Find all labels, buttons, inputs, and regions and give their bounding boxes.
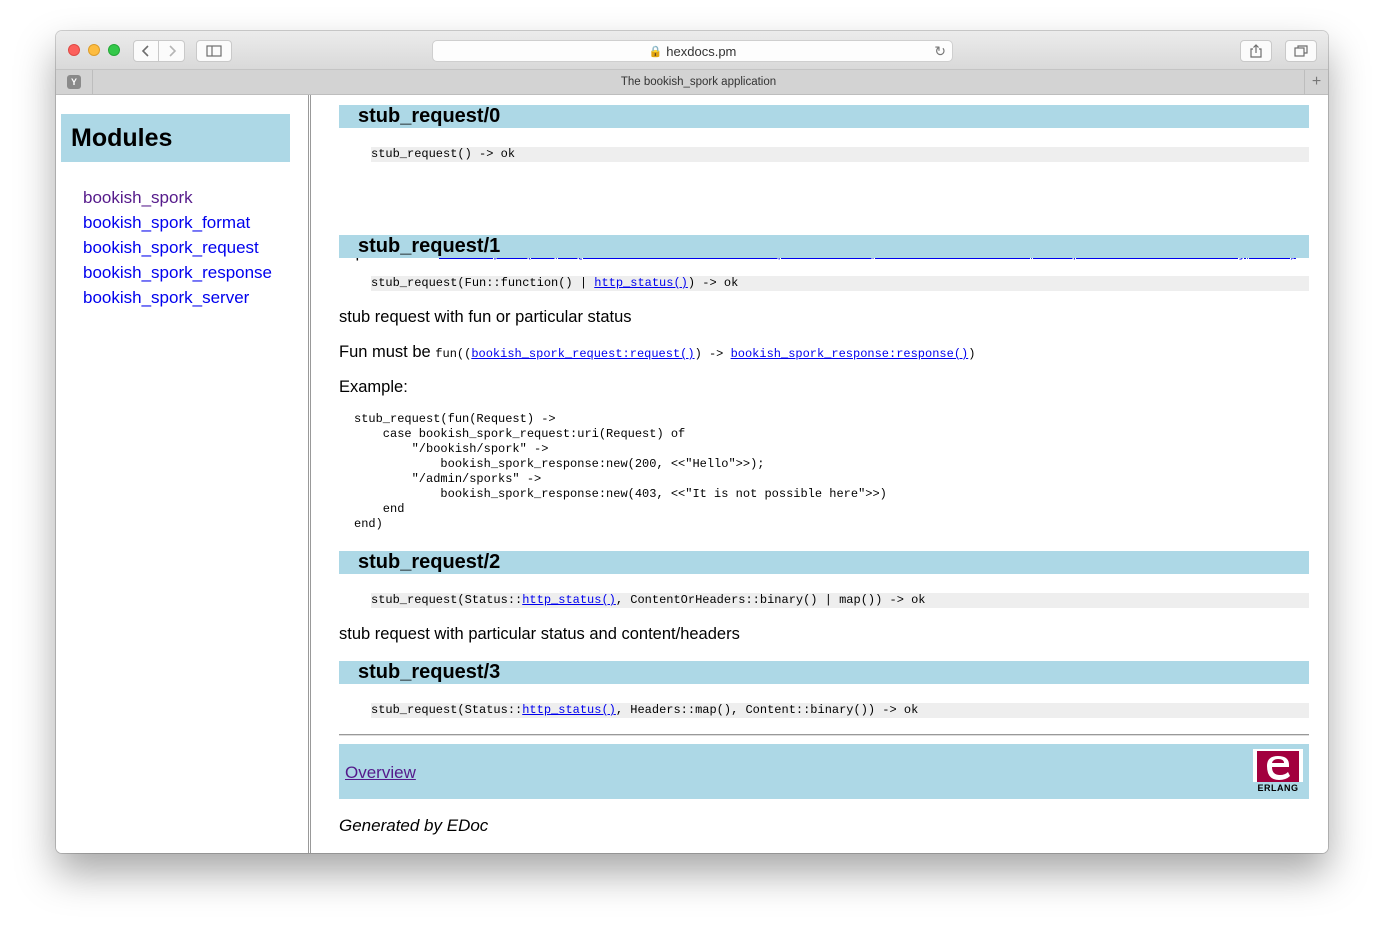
new-tab-button[interactable]: + <box>1304 70 1328 94</box>
list-item: bookish_spork <box>83 185 272 210</box>
list-item: bookish_spork_format <box>83 210 272 235</box>
plus-icon: + <box>1311 73 1322 90</box>
tab-bar: Y The bookish_spork application + <box>56 70 1328 95</box>
example-code-block: stub_request(fun(Request) -> case bookis… <box>354 412 887 531</box>
example-label: Example: <box>339 378 408 396</box>
function-heading-stub-request-3: stub_request/3 <box>339 661 1309 684</box>
list-item: bookish_spork_server <box>83 285 272 310</box>
back-button[interactable] <box>133 40 159 62</box>
function-heading-stub-request-1: stub_request/1 <box>339 235 1309 258</box>
erlang-logo-icon[interactable]: ERLANG <box>1253 749 1303 793</box>
minimize-window-button[interactable] <box>88 44 100 56</box>
navigation-footer: Overview ERLANG <box>339 744 1309 799</box>
modules-frame: Modules bookish_spork bookish_spork_form… <box>56 95 311 853</box>
fun-code: ) <box>968 347 976 361</box>
chevron-right-icon <box>168 45 176 57</box>
function-description: stub request with fun or particular stat… <box>339 308 632 326</box>
sidebar-icon <box>206 45 222 57</box>
fun-code: fun(( <box>435 347 472 361</box>
spec-prefix: stub_request(Fun::function() | <box>371 276 595 290</box>
address-bar[interactable]: 🔒 hexdocs.pm ↻ <box>432 40 953 62</box>
function-spec: stub_request(Fun::function() | http_stat… <box>371 276 1309 291</box>
chevron-left-icon <box>141 45 149 57</box>
request-type-link[interactable]: bookish_spork_request:request() <box>471 347 694 361</box>
function-heading-stub-request-0: stub_request/0 <box>339 105 1309 128</box>
http-status-type-link[interactable]: http_status() <box>522 593 616 607</box>
tab-overview-button[interactable] <box>1285 40 1317 62</box>
spec-suffix: , Headers::map(), Content::binary()) -> … <box>615 703 919 717</box>
navigation-buttons <box>133 40 185 62</box>
zoom-window-button[interactable] <box>108 44 120 56</box>
modules-list: bookish_spork bookish_spork_format booki… <box>83 185 272 310</box>
function-heading-stub-request-2: stub_request/2 <box>339 551 1309 574</box>
function-description: stub request with particular status and … <box>339 625 740 643</box>
reload-icon[interactable]: ↻ <box>934 43 946 60</box>
spec-suffix: ) -> ok <box>687 276 739 290</box>
module-link-bookish-spork[interactable]: bookish_spork <box>83 188 193 207</box>
page-content: Modules bookish_spork bookish_spork_form… <box>56 95 1328 853</box>
spec-prefix: stub_request(Status:: <box>371 703 523 717</box>
forward-button[interactable] <box>159 40 185 62</box>
browser-window: 🔒 hexdocs.pm ↻ Y The bookish_spork appli… <box>56 31 1328 853</box>
share-icon <box>1250 44 1262 58</box>
generated-by-text: Generated by EDoc <box>339 816 489 835</box>
sidebar-toggle-button[interactable] <box>196 40 232 62</box>
modules-heading: Modules <box>61 114 290 162</box>
list-item: bookish_spork_request <box>83 235 272 260</box>
pinned-tab[interactable]: Y <box>56 70 93 94</box>
tabs-icon <box>1294 45 1308 57</box>
response-type-link[interactable]: bookish_spork_response:response() <box>731 347 969 361</box>
active-tab[interactable]: The bookish_spork application <box>93 70 1304 94</box>
function-spec: stub_request(Status::http_status(), Head… <box>371 703 1309 718</box>
title-bar: 🔒 hexdocs.pm ↻ <box>56 31 1328 70</box>
lock-icon: 🔒 <box>648 45 663 58</box>
footer-divider <box>339 734 1309 736</box>
module-link-bookish-spork-request[interactable]: bookish_spork_request <box>83 238 259 257</box>
fun-type-paragraph: Fun must be fun((bookish_spork_request:r… <box>339 342 975 364</box>
module-link-bookish-spork-response[interactable]: bookish_spork_response <box>83 263 272 282</box>
erlang-logo-text: ERLANG <box>1258 783 1299 793</box>
close-window-button[interactable] <box>68 44 80 56</box>
pinned-tab-favicon: Y <box>67 75 81 89</box>
module-doc-frame: stub_request/0 stub_request() -> ok Equi… <box>339 95 1309 853</box>
function-spec: stub_request(Status::http_status(), Cont… <box>371 593 1309 608</box>
overview-link[interactable]: Overview <box>345 763 416 783</box>
url-text: hexdocs.pm <box>666 43 737 59</box>
module-link-bookish-spork-format[interactable]: bookish_spork_format <box>83 213 250 232</box>
fun-code: ) -> <box>694 347 731 361</box>
spec-suffix: , ContentOrHeaders::binary() | map()) ->… <box>615 593 926 607</box>
http-status-type-link[interactable]: http_status() <box>522 703 616 717</box>
fun-prefix: Fun must be <box>339 343 436 361</box>
list-item: bookish_spork_response <box>83 260 272 285</box>
share-button[interactable] <box>1240 40 1272 62</box>
module-link-bookish-spork-server[interactable]: bookish_spork_server <box>83 288 249 307</box>
spec-prefix: stub_request(Status:: <box>371 593 523 607</box>
function-spec: stub_request() -> ok <box>371 147 1309 162</box>
http-status-type-link[interactable]: http_status() <box>594 276 688 290</box>
